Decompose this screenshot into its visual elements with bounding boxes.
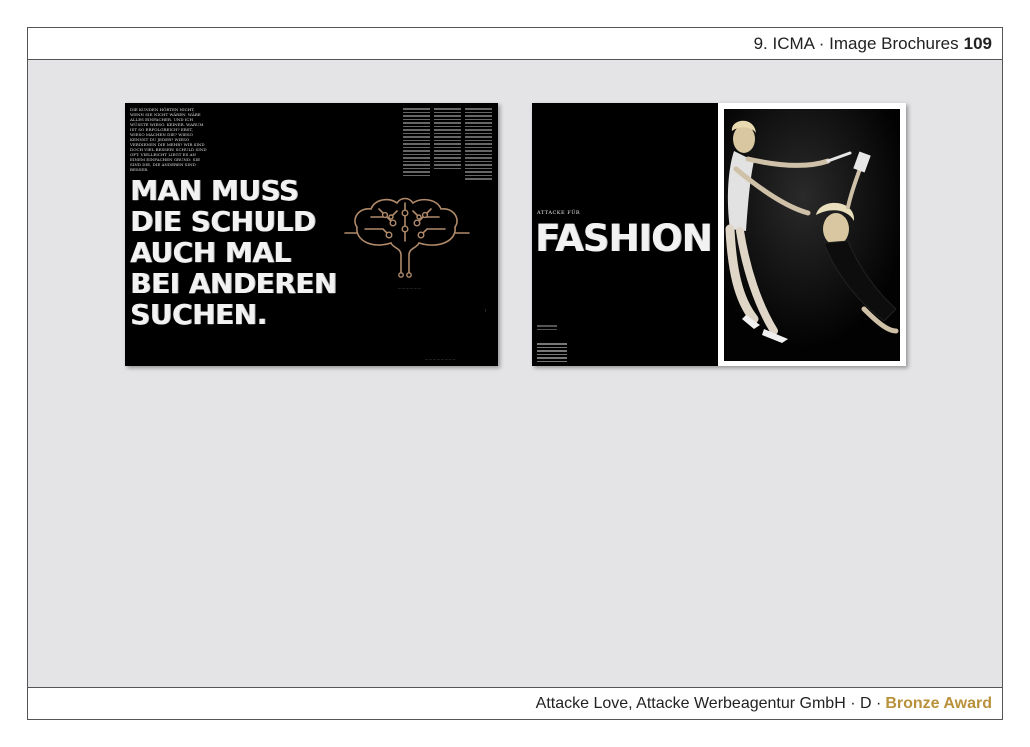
body-text-column xyxy=(434,108,461,171)
spread-kicker: ATTACKE FÜR xyxy=(537,210,581,216)
body-text-block xyxy=(537,343,567,364)
brain-circuit-icon xyxy=(344,197,470,278)
award-label: Bronze Award xyxy=(885,694,992,712)
page-footer: Attacke Love, Attacke Werbeagentur GmbH … xyxy=(28,687,1002,719)
credit-text: Attacke Love, Attacke Werbeagentur GmbH … xyxy=(535,694,882,712)
section-title: 9. ICMA · Image Brochures xyxy=(753,33,959,53)
body-text-column xyxy=(465,108,492,182)
page-number: 109 xyxy=(963,33,992,53)
small-caption xyxy=(537,325,557,332)
intro-text: Die Kunden hörten nicht, wenn sie nicht … xyxy=(130,107,207,172)
spread-headline: MAN MUSS DIE SCHULD AUCH MAL BEI ANDEREN… xyxy=(130,174,337,331)
page-marker: | xyxy=(485,308,487,312)
footer-caption: — — — — — — — — xyxy=(425,357,456,361)
brochure-spread-left: Die Kunden hörten nicht, wenn sie nicht … xyxy=(125,103,498,366)
brain-caption: — — — — — — xyxy=(398,286,421,290)
page-header: 9. ICMA · Image Brochures 109 xyxy=(28,28,1002,60)
body-text-column xyxy=(403,108,430,178)
photo-page xyxy=(718,103,906,366)
fashion-headline: FASHION xyxy=(535,217,712,260)
page-frame: 9. ICMA · Image Brochures 109 Die Kunden… xyxy=(27,27,1003,720)
brochure-spread-right: ATTACKE FÜR FASHION xyxy=(532,103,906,366)
fashion-photo xyxy=(724,109,900,361)
fashion-models-image xyxy=(724,109,900,361)
